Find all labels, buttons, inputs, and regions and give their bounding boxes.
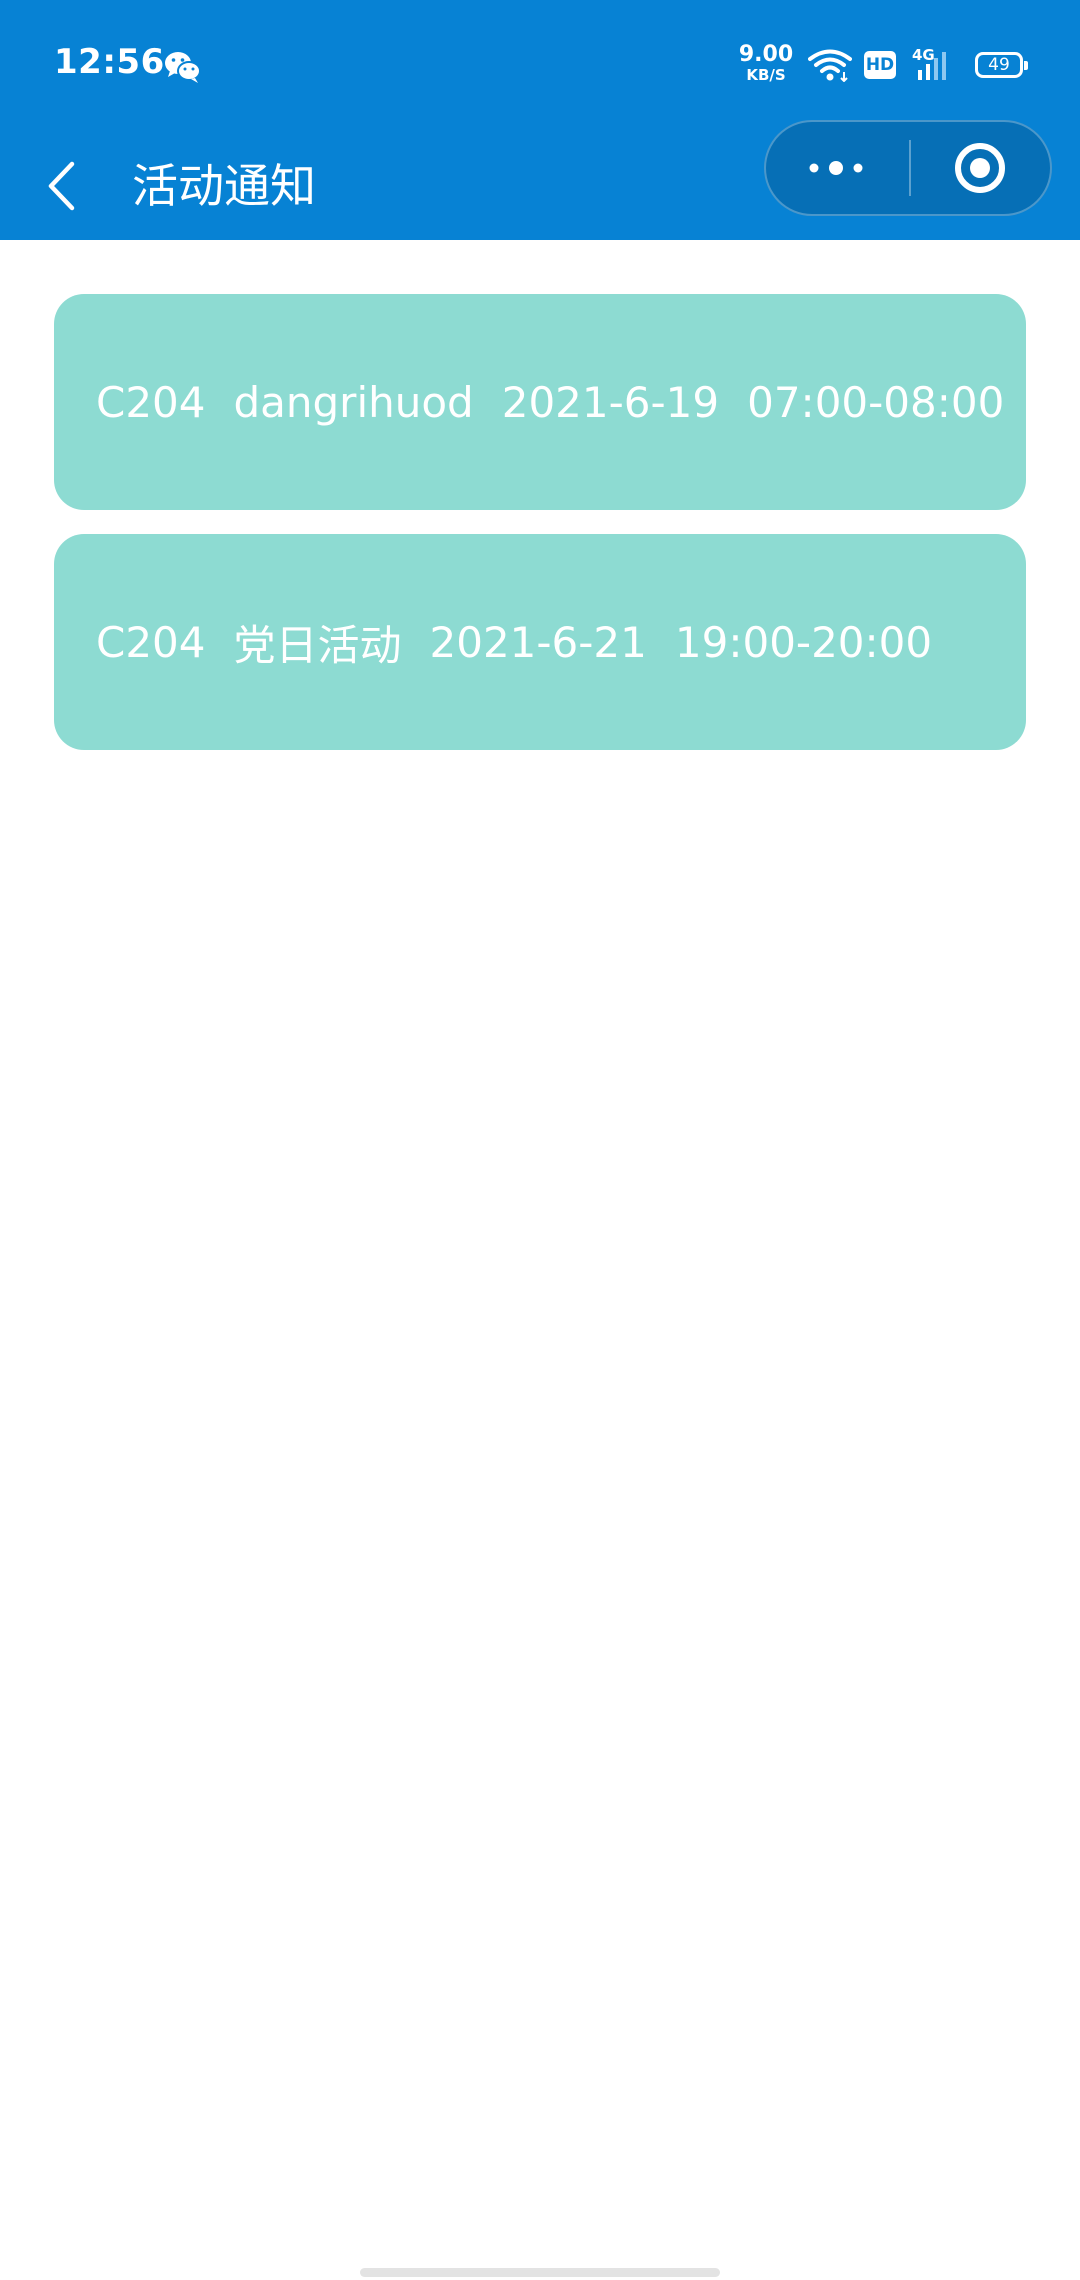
wechat-icon [165,52,201,83]
status-time: 12:56 [54,42,165,82]
notice-card[interactable]: C204 dangrihuod 2021-6-19 07:00-08:00 [54,294,1026,510]
notice-date: 2021-6-21 [429,617,647,667]
notice-date: 2021-6-19 [501,377,720,427]
home-indicator[interactable] [360,2268,720,2277]
notice-room: C204 [96,377,206,427]
wifi-icon [808,49,852,82]
status-bar: 12:56 9.00 KB/S HD 4G 49 [0,0,1080,132]
notice-name: 党日活动 [233,620,402,670]
header: 12:56 9.00 KB/S HD 4G 49 活动通知 [0,0,1080,240]
hd-icon: HD [864,51,896,79]
back-button[interactable] [36,132,96,240]
page: 12:56 9.00 KB/S HD 4G 49 活动通知 C204 dangr… [0,0,1080,2280]
notice-list: C204 dangrihuod 2021-6-19 07:00-08:00 C2… [54,294,1026,774]
notice-time: 07:00-08:00 [747,377,1005,427]
close-target-icon [955,143,1005,193]
network-speed-unit: KB/S [746,66,786,84]
notice-name: dangrihuod [233,377,474,427]
miniprogram-capsule [764,120,1052,216]
notice-room: C204 [96,617,206,667]
notice-card[interactable]: C204 党日活动 2021-6-21 19:00-20:00 [54,534,1026,750]
network-speed-value: 9.00 [738,42,794,67]
chevron-left-icon [48,161,75,211]
battery-icon: 49 [975,52,1028,78]
notice-time: 19:00-20:00 [674,617,933,667]
signal-icon: 4G [912,46,960,82]
more-dots-icon [809,161,863,175]
network-speed: 9.00 KB/S [738,44,794,83]
close-button[interactable] [911,122,1050,214]
more-button[interactable] [766,122,908,214]
page-title: 活动通知 [132,159,316,213]
